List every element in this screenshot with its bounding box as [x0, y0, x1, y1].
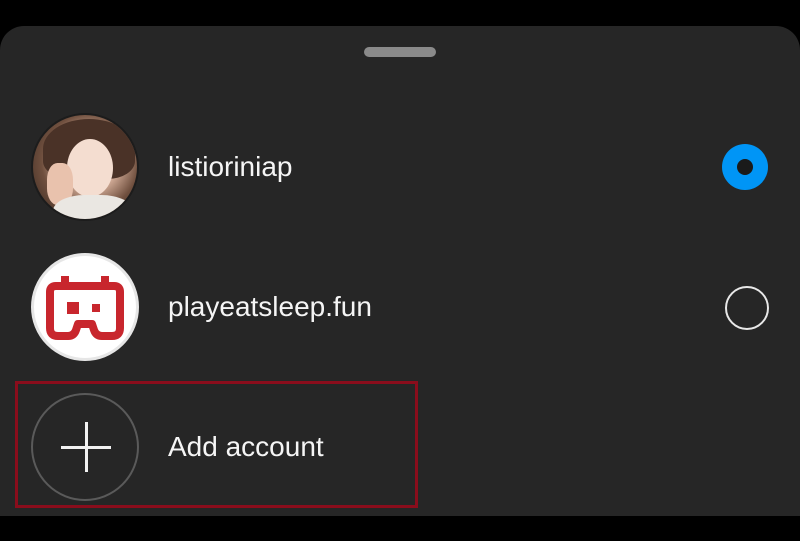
add-account-button[interactable]: Add account: [0, 387, 800, 507]
account-row-playeatsleep[interactable]: playeatsleep.fun: [0, 247, 800, 367]
radio-unselected-icon[interactable]: [725, 286, 769, 330]
drag-handle[interactable]: [364, 47, 436, 57]
plus-icon: [31, 393, 139, 501]
profile-photo-icon: [31, 113, 139, 221]
add-account-label: Add account: [168, 431, 324, 462]
account-row-listioriniap[interactable]: listioriniap: [0, 107, 800, 227]
radio-selected-icon[interactable]: [722, 144, 768, 190]
bottom-bar-area: [0, 516, 800, 541]
account-username: playeatsleep.fun: [168, 291, 372, 322]
gamepad-logo-icon: [31, 253, 139, 361]
account-username: listioriniap: [168, 151, 293, 182]
screen: listioriniap playeatsleep.fun Add accoun…: [0, 0, 800, 541]
